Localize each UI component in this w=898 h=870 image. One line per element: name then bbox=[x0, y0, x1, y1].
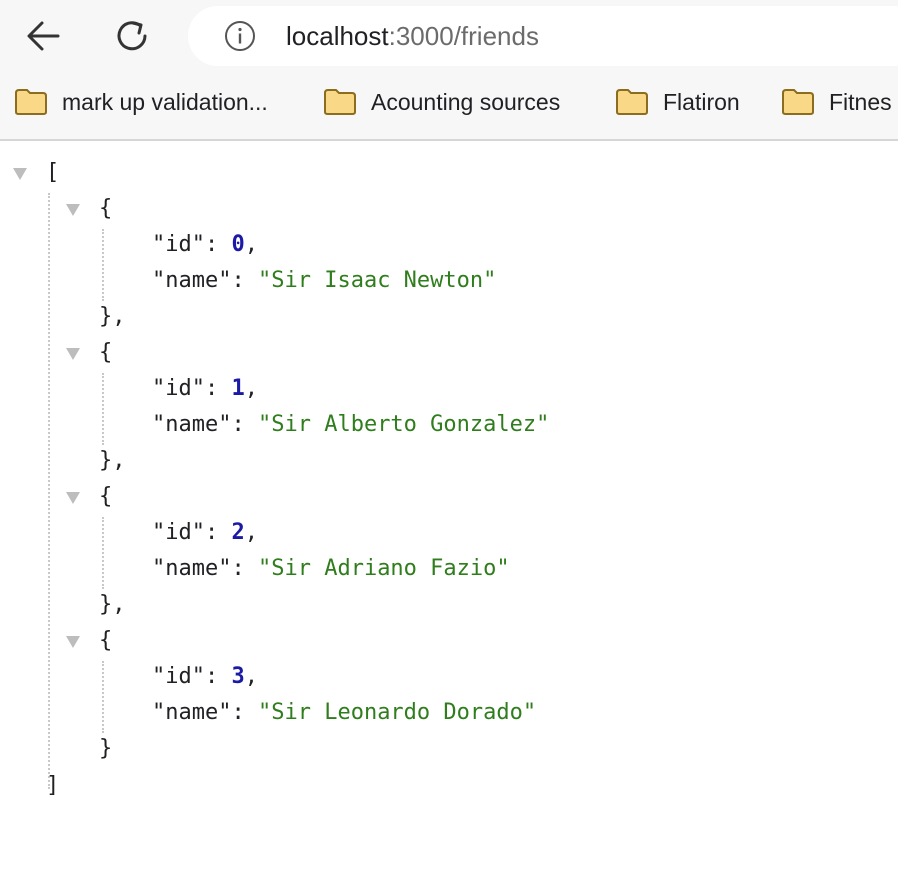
json-row-id: "id": 2, bbox=[152, 515, 258, 551]
collapse-toggle-object[interactable] bbox=[66, 204, 80, 216]
json-key: "id" bbox=[152, 376, 205, 401]
back-arrow-icon bbox=[27, 21, 60, 51]
bookmark-markup-validation[interactable]: mark up validation... bbox=[14, 82, 268, 122]
array-guide-line bbox=[48, 193, 50, 789]
bookmarks-bar: mark up validation... Acounting sources … bbox=[0, 82, 898, 122]
json-row-name: "name": "Sir Adriano Fazio" bbox=[152, 551, 510, 587]
bookmark-flatiron[interactable]: Flatiron bbox=[615, 82, 740, 122]
object-close-brace: } bbox=[99, 736, 113, 761]
json-comma: , bbox=[244, 520, 258, 545]
json-key: "name" bbox=[152, 556, 232, 581]
json-row-id: "id": 0, bbox=[152, 227, 258, 263]
bookmark-label: Acounting sources bbox=[371, 88, 561, 115]
reload-icon bbox=[117, 21, 147, 51]
json-colon: : bbox=[231, 268, 258, 293]
json-key: "id" bbox=[152, 232, 205, 257]
json-number-value: 2 bbox=[231, 520, 245, 545]
json-row-id: "id": 3, bbox=[152, 659, 258, 695]
folder-icon bbox=[782, 89, 814, 115]
url-host: localhost bbox=[286, 21, 389, 51]
collapse-toggle-object[interactable] bbox=[66, 636, 80, 648]
object-guide-line bbox=[102, 373, 104, 445]
json-comma: , bbox=[244, 232, 258, 257]
object-open-brace: { bbox=[99, 484, 113, 509]
json-string-value: "Sir Alberto Gonzalez" bbox=[257, 412, 550, 437]
info-icon[interactable] bbox=[224, 20, 256, 52]
json-comma: , bbox=[244, 664, 258, 689]
bookmark-label: Flatiron bbox=[663, 88, 740, 115]
json-colon: : bbox=[231, 556, 258, 581]
address-bar[interactable]: localhost:3000/friends bbox=[188, 6, 898, 66]
json-string-value: "Sir Adriano Fazio" bbox=[257, 556, 510, 581]
json-colon: : bbox=[204, 232, 232, 257]
back-button[interactable] bbox=[24, 16, 64, 56]
collapse-toggle-array[interactable] bbox=[13, 168, 27, 180]
object-guide-line bbox=[102, 661, 104, 733]
folder-icon bbox=[15, 89, 47, 115]
json-colon: : bbox=[231, 412, 258, 437]
json-row-id: "id": 1, bbox=[152, 371, 258, 407]
bookmark-label: mark up validation... bbox=[62, 88, 268, 115]
json-comma: , bbox=[244, 376, 258, 401]
bookmark-label: Fitnes bbox=[829, 88, 892, 115]
json-colon: : bbox=[204, 376, 232, 401]
json-key: "id" bbox=[152, 664, 205, 689]
json-string-value: "Sir Isaac Newton" bbox=[257, 268, 497, 293]
object-close-brace: }, bbox=[99, 592, 126, 617]
object-close-brace: }, bbox=[99, 448, 126, 473]
json-key: "id" bbox=[152, 520, 205, 545]
object-open-brace: { bbox=[99, 628, 113, 653]
folder-icon bbox=[324, 89, 356, 115]
json-key: "name" bbox=[152, 700, 232, 725]
url-path: :3000/friends bbox=[388, 21, 539, 51]
json-viewer: [ { "id": 0, "name": "Sir Isaac Newton" … bbox=[0, 141, 898, 870]
json-colon: : bbox=[204, 520, 232, 545]
bookmark-acounting-sources[interactable]: Acounting sources bbox=[323, 82, 560, 122]
object-guide-line bbox=[102, 517, 104, 589]
reload-button[interactable] bbox=[112, 16, 152, 56]
json-colon: : bbox=[204, 664, 232, 689]
json-colon: : bbox=[231, 700, 258, 725]
collapse-toggle-object[interactable] bbox=[66, 348, 80, 360]
json-key: "name" bbox=[152, 268, 232, 293]
bookmark-fitnes[interactable]: Fitnes bbox=[781, 82, 892, 122]
object-open-brace: { bbox=[99, 340, 113, 365]
array-open-bracket: [ bbox=[46, 160, 60, 185]
object-guide-line bbox=[102, 229, 104, 301]
array-close-bracket: ] bbox=[46, 773, 60, 798]
json-row-name: "name": "Sir Alberto Gonzalez" bbox=[152, 407, 549, 443]
json-key: "name" bbox=[152, 412, 232, 437]
object-open-brace: { bbox=[99, 196, 113, 221]
json-row-name: "name": "Sir Leonardo Dorado" bbox=[152, 695, 536, 731]
json-string-value: "Sir Leonardo Dorado" bbox=[257, 700, 537, 725]
object-close-brace: }, bbox=[99, 304, 126, 329]
browser-toolbar: localhost:3000/friends mark up validatio… bbox=[0, 0, 898, 141]
json-row-name: "name": "Sir Isaac Newton" bbox=[152, 263, 496, 299]
json-number-value: 0 bbox=[231, 232, 245, 257]
json-number-value: 3 bbox=[231, 664, 245, 689]
collapse-toggle-object[interactable] bbox=[66, 492, 80, 504]
folder-icon bbox=[616, 89, 648, 115]
json-number-value: 1 bbox=[231, 376, 245, 401]
url-text[interactable]: localhost:3000/friends bbox=[286, 20, 539, 52]
